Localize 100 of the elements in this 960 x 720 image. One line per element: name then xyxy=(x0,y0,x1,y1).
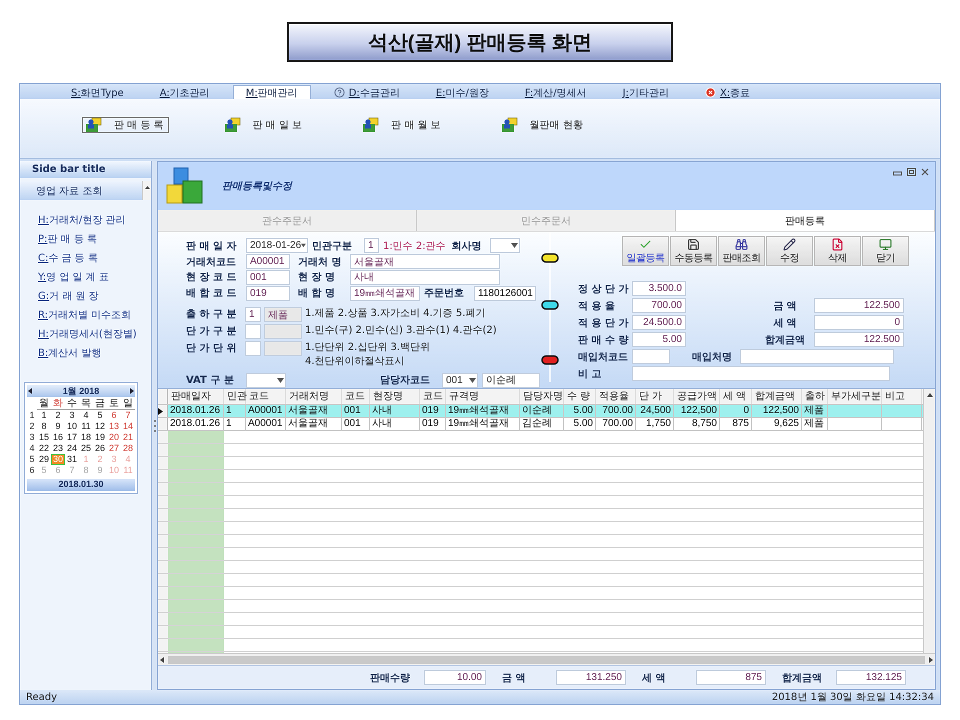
tab[interactable]: 판매등록 xyxy=(676,210,935,231)
toolbar-button[interactable]: 판매조회 xyxy=(718,236,765,266)
input-field[interactable]: 0 xyxy=(814,315,904,330)
column-header[interactable]: 거래처명 xyxy=(286,389,342,404)
calendar-day[interactable]: 31 xyxy=(65,454,79,465)
calendar-day[interactable]: 18 xyxy=(79,432,93,443)
input-field[interactable]: 700.00 xyxy=(632,298,686,313)
toolbar-button[interactable]: 수정 xyxy=(766,236,813,266)
input-field[interactable]: 서울골재 xyxy=(350,254,500,270)
sidebar-link[interactable]: H:거래처/현장 관리 xyxy=(38,215,151,227)
menu-tab[interactable]: J:기타관리 xyxy=(610,85,682,99)
input-field[interactable]: 사내 xyxy=(350,270,500,285)
close-icon[interactable] xyxy=(921,168,929,176)
ribbon-button[interactable]: 판 매 일 보 xyxy=(220,117,308,133)
sidebar-link[interactable]: P:판 매 등 록 xyxy=(38,234,151,246)
ribbon-button[interactable]: 판 매 등 록 xyxy=(82,117,169,133)
column-header[interactable]: 세 액 xyxy=(720,389,752,404)
scrollbar[interactable] xyxy=(142,181,151,200)
column-header[interactable]: 적용율 xyxy=(596,389,636,404)
horizontal-scrollbar[interactable] xyxy=(158,653,935,665)
sidebar-link[interactable]: H:거래명세서(현장별) xyxy=(38,329,151,341)
calendar-day[interactable]: 15 xyxy=(37,432,51,443)
sidebar-link[interactable]: C:수 금 등 록 xyxy=(38,253,151,265)
input-field[interactable] xyxy=(632,349,670,364)
ribbon-button[interactable]: 판 매 월 보 xyxy=(359,117,446,133)
input-field[interactable]: 019 xyxy=(246,286,290,301)
input-field[interactable]: 1 xyxy=(245,307,261,322)
column-header[interactable]: 수 량 xyxy=(564,389,596,404)
company-dropdown[interactable] xyxy=(490,238,520,254)
column-header[interactable]: 부가세구분 xyxy=(828,389,882,404)
calendar-today[interactable]: 2018.01.30 xyxy=(27,479,135,491)
sidebar-group-header[interactable]: 영업 자료 조회 xyxy=(20,181,142,200)
calendar-day[interactable]: 21 xyxy=(121,432,135,443)
calendar-day[interactable]: 9 xyxy=(51,421,65,432)
calendar-day[interactable]: 4 xyxy=(79,410,93,421)
calendar-day[interactable]: 14 xyxy=(121,421,135,432)
input-field[interactable] xyxy=(245,324,261,340)
calendar-day[interactable]: 23 xyxy=(51,443,65,454)
input-field[interactable]: 제품 xyxy=(264,307,302,322)
input-field[interactable]: 1180126001 xyxy=(474,286,536,301)
input-field[interactable]: 이순례 xyxy=(482,372,540,388)
total-field[interactable]: 131.250 xyxy=(556,670,626,685)
calendar-day[interactable]: 26 xyxy=(93,443,107,454)
input-field[interactable]: 122.500 xyxy=(814,298,904,313)
grid-row[interactable]: 2018.01.26 1 A00001 서울골재 001 사내 019 19㎜쇄석골재 이순례 5.00 700.00 24,500 122,500 0 122,500 제품 xyxy=(158,405,923,418)
vertical-scrollbar[interactable] xyxy=(923,389,935,653)
calendar-day[interactable]: 13 xyxy=(107,421,121,432)
input-field[interactable] xyxy=(245,341,261,356)
toolbar-button[interactable]: 수동등록 xyxy=(670,236,717,266)
total-field[interactable]: 875 xyxy=(696,670,766,685)
grid-row[interactable]: 2018.01.26 1 A00001 서울골재 001 사내 019 19㎜쇄석골재 김순례 5.00 700.00 1,750 8,750 875 9,625 제품 xyxy=(158,418,923,431)
manager-dropdown[interactable]: 001 xyxy=(442,372,478,388)
calendar-day[interactable]: 20 xyxy=(107,432,121,443)
column-header[interactable]: 비고 xyxy=(882,389,922,404)
menu-tab[interactable]: D:수금관리 xyxy=(320,85,413,99)
input-field[interactable] xyxy=(740,349,894,364)
column-header[interactable]: 판매일자 xyxy=(168,389,224,404)
sidebar-link[interactable]: Y:영 업 일 계 표 xyxy=(38,272,151,284)
date-picker[interactable]: 2018-01-26 xyxy=(246,238,308,254)
calendar-day[interactable]: 8 xyxy=(37,421,51,432)
menu-tab[interactable]: F:계산/명세서 xyxy=(512,85,600,99)
column-header[interactable]: 코드 xyxy=(246,389,286,404)
input-field[interactable]: A00001 xyxy=(246,254,290,270)
calendar-day[interactable]: 12 xyxy=(93,421,107,432)
sidebar-link[interactable]: G:거 래 원 장 xyxy=(38,291,151,303)
input-field[interactable]: 19㎜쇄석골재 xyxy=(350,286,420,301)
input-field[interactable] xyxy=(264,341,302,356)
column-header[interactable]: 규격명 xyxy=(446,389,520,404)
menu-tab[interactable]: S:화면Type xyxy=(58,85,137,99)
calendar-day[interactable]: 5 xyxy=(93,410,107,421)
column-header[interactable]: 단 가 xyxy=(636,389,674,404)
menu-tab[interactable]: X:종료 xyxy=(692,85,764,99)
input-field[interactable]: 5.00 xyxy=(632,332,686,347)
toolbar-button[interactable]: 닫기 xyxy=(862,236,909,266)
input-field[interactable]: 3.500.0 xyxy=(632,281,686,296)
total-field[interactable]: 132.125 xyxy=(836,670,906,685)
input-field[interactable] xyxy=(632,366,890,381)
calendar-day[interactable]: 16 xyxy=(51,432,65,443)
column-header[interactable]: 담당자명 xyxy=(520,389,564,404)
vat-dropdown[interactable] xyxy=(246,372,286,388)
sidebar-link[interactable]: B:계산서 발행 xyxy=(38,348,151,360)
input-field[interactable]: 122.500 xyxy=(814,332,904,347)
calendar-day[interactable]: 17 xyxy=(65,432,79,443)
column-header[interactable]: 합계금액 xyxy=(752,389,802,404)
column-header[interactable]: 출하 xyxy=(802,389,828,404)
column-header[interactable]: 현장명 xyxy=(370,389,420,404)
row-header[interactable] xyxy=(158,405,168,417)
calendar-day[interactable]: 28 xyxy=(121,443,135,454)
calendar-day[interactable]: 19 xyxy=(93,432,107,443)
column-header[interactable]: 공급가액 xyxy=(674,389,720,404)
calendar-day[interactable]: 7 xyxy=(121,410,135,421)
calendar-day[interactable]: 22 xyxy=(37,443,51,454)
calendar-day[interactable]: 27 xyxy=(107,443,121,454)
input-field[interactable]: 24.500.0 xyxy=(632,315,686,330)
toolbar-button[interactable]: 삭제 xyxy=(814,236,861,266)
toolbar-button[interactable]: 일괄등록 xyxy=(622,236,669,266)
input-field[interactable]: 1 xyxy=(364,238,379,254)
input-field[interactable]: 001 xyxy=(246,270,290,285)
column-header[interactable]: 코드 xyxy=(342,389,370,404)
total-field[interactable]: 10.00 xyxy=(424,670,486,685)
